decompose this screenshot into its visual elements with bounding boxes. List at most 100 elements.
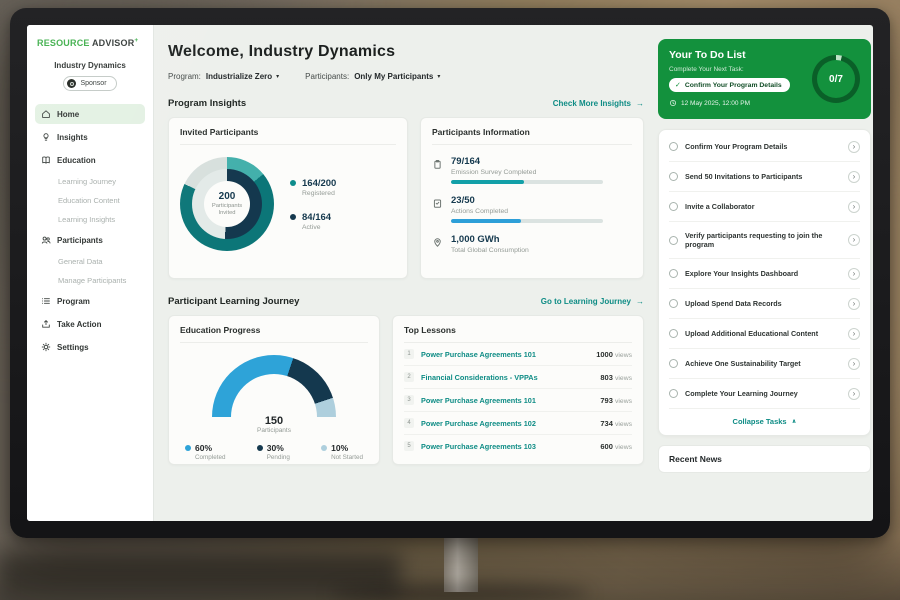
lesson-views-value: 793 [600, 396, 613, 405]
sidebar-item-learning-journey[interactable]: Learning Journey [35, 173, 145, 189]
next-task-pill[interactable]: ✓ Confirm Your Program Details [669, 78, 790, 92]
sidebar-item-home[interactable]: Home [35, 104, 145, 124]
education-icon [41, 155, 51, 165]
chevron-right-icon[interactable]: › [848, 388, 860, 400]
sidebar: RESOURCE ADVISOR+ Industry Dynamics Spon… [27, 25, 154, 521]
checkbox-icon[interactable] [669, 359, 678, 368]
chevron-right-icon[interactable]: › [848, 268, 860, 280]
donut-center-value: 200 [219, 191, 236, 202]
chevron-right-icon[interactable]: › [848, 171, 860, 183]
logo-text-advisor: ADVISOR [92, 38, 134, 48]
sidebar-item-program[interactable]: Program [35, 291, 145, 311]
task-label: Explore Your Insights Dashboard [685, 269, 841, 279]
task-row-upload-spend-data[interactable]: Upload Spend Data Records › [669, 289, 860, 319]
sidebar-item-insights[interactable]: Insights [35, 127, 145, 147]
lesson-link[interactable]: Financial Considerations - VPPAs [421, 373, 593, 382]
todo-panel: Your To Do List Complete Your Next Task:… [658, 39, 871, 473]
program-select[interactable]: Industrialize Zero ▾ [206, 72, 279, 81]
check-icon: ✓ [675, 81, 681, 89]
stat-value: 23/50 [451, 195, 632, 206]
sponsor-badge[interactable]: Sponsor [63, 76, 116, 91]
stat-global-consumption: 1,000 GWh Total Global Consumption [432, 234, 632, 258]
due-date: 12 May 2025, 12:00 PM [681, 100, 750, 107]
lesson-link[interactable]: Power Purchase Agreements 101 [421, 350, 589, 359]
insights-icon [41, 132, 51, 142]
clock-icon [669, 99, 677, 107]
progress-bar-track [451, 219, 603, 223]
checkbox-icon[interactable] [669, 269, 678, 278]
next-task-label: Confirm Your Program Details [685, 82, 782, 89]
program-icon [41, 296, 51, 306]
task-row-send-invitations[interactable]: Send 50 Invitations to Participants › [669, 162, 860, 192]
link-label: Go to Learning Journey [541, 297, 631, 306]
task-row-verify-participants[interactable]: Verify participants requesting to join t… [669, 222, 860, 259]
location-pin-icon [432, 235, 443, 246]
task-row-complete-learning-journey[interactable]: Complete Your Learning Journey › [669, 379, 860, 409]
lesson-views-label: views [615, 444, 632, 451]
progress-bar-track [451, 180, 603, 184]
collapse-tasks-button[interactable]: Collapse Tasks ∧ [669, 409, 860, 433]
checkbox-icon[interactable] [669, 299, 678, 308]
learning-journey-cards: Education Progress 150 Participants 60% [168, 315, 644, 465]
checkbox-icon[interactable] [669, 202, 678, 211]
task-row-upload-educational-content[interactable]: Upload Additional Educational Content › [669, 319, 860, 349]
stat-emission-survey: 79/164 Emission Survey Completed [432, 156, 632, 184]
sidebar-item-manage-participants[interactable]: Manage Participants [35, 272, 145, 288]
sidebar-item-learning-insights[interactable]: Learning Insights [35, 211, 145, 227]
chevron-right-icon[interactable]: › [848, 201, 860, 213]
nav-label: Take Action [57, 320, 101, 329]
sidebar-item-participants[interactable]: Participants [35, 230, 145, 250]
participants-select[interactable]: Only My Participants ▾ [354, 72, 440, 81]
task-row-explore-insights[interactable]: Explore Your Insights Dashboard › [669, 259, 860, 289]
nav-label: Education [57, 156, 96, 165]
nav-label: Settings [57, 343, 89, 352]
checkbox-icon[interactable] [669, 172, 678, 181]
todo-summary-card: Your To Do List Complete Your Next Task:… [658, 39, 871, 119]
chevron-right-icon[interactable]: › [848, 328, 860, 340]
take-action-icon [41, 319, 51, 329]
invited-participants-card: Invited Participants 200 Participants In… [168, 117, 408, 279]
lesson-link[interactable]: Power Purchase Agreements 101 [421, 396, 593, 405]
task-row-achieve-sustainability-target[interactable]: Achieve One Sustainability Target › [669, 349, 860, 379]
check-more-insights-link[interactable]: Check More Insights → [553, 99, 644, 108]
program-insights-cards: Invited Participants 200 Participants In… [168, 117, 644, 279]
dashboard-screen: RESOURCE ADVISOR+ Industry Dynamics Spon… [27, 25, 873, 521]
checkbox-icon[interactable] [669, 329, 678, 338]
legend-value: 84/164 [302, 212, 331, 223]
legend-item-pending: 30% Pending [257, 443, 290, 461]
arrow-right-icon: → [636, 297, 644, 306]
chevron-right-icon[interactable]: › [848, 358, 860, 370]
lesson-link[interactable]: Power Purchase Agreements 103 [421, 442, 593, 451]
chevron-right-icon[interactable]: › [848, 298, 860, 310]
card-title: Top Lessons [404, 325, 632, 343]
checkbox-icon[interactable] [669, 142, 678, 151]
education-progress-gauge-chart: 150 Participants [212, 355, 336, 417]
stat-label: Total Global Consumption [451, 247, 632, 254]
todo-progress-count: 0/7 [829, 74, 843, 85]
task-label: Send 50 Invitations to Participants [685, 172, 841, 182]
task-row-confirm-program-details[interactable]: Confirm Your Program Details › [669, 132, 860, 162]
legend-value: 164/200 [302, 178, 336, 189]
sidebar-item-take-action[interactable]: Take Action [35, 314, 145, 334]
collapse-label: Collapse Tasks [733, 417, 787, 426]
legend-label: Active [302, 224, 331, 231]
sidebar-item-settings[interactable]: Settings [35, 337, 145, 357]
go-to-learning-journey-link[interactable]: Go to Learning Journey → [541, 297, 644, 306]
lesson-link[interactable]: Power Purchase Agreements 102 [421, 419, 593, 428]
legend-label: Not Started [331, 454, 363, 461]
sidebar-item-general-data[interactable]: General Data [35, 253, 145, 269]
lesson-rank: 4 [404, 418, 414, 428]
checkbox-icon[interactable] [669, 236, 678, 245]
task-row-invite-collaborator[interactable]: Invite a Collaborator › [669, 192, 860, 222]
section-title-program-insights: Program Insights [168, 98, 246, 109]
lesson-views-label: views [615, 375, 632, 382]
chevron-right-icon[interactable]: › [848, 141, 860, 153]
sidebar-item-education[interactable]: Education [35, 150, 145, 170]
nav-label: Program [57, 297, 90, 306]
nav-label: Insights [57, 133, 88, 142]
chevron-right-icon[interactable]: › [848, 234, 860, 246]
progress-bar-fill [451, 180, 524, 184]
recent-news-header: Recent News [658, 445, 871, 473]
sidebar-item-education-content[interactable]: Education Content [35, 192, 145, 208]
checkbox-icon[interactable] [669, 389, 678, 398]
